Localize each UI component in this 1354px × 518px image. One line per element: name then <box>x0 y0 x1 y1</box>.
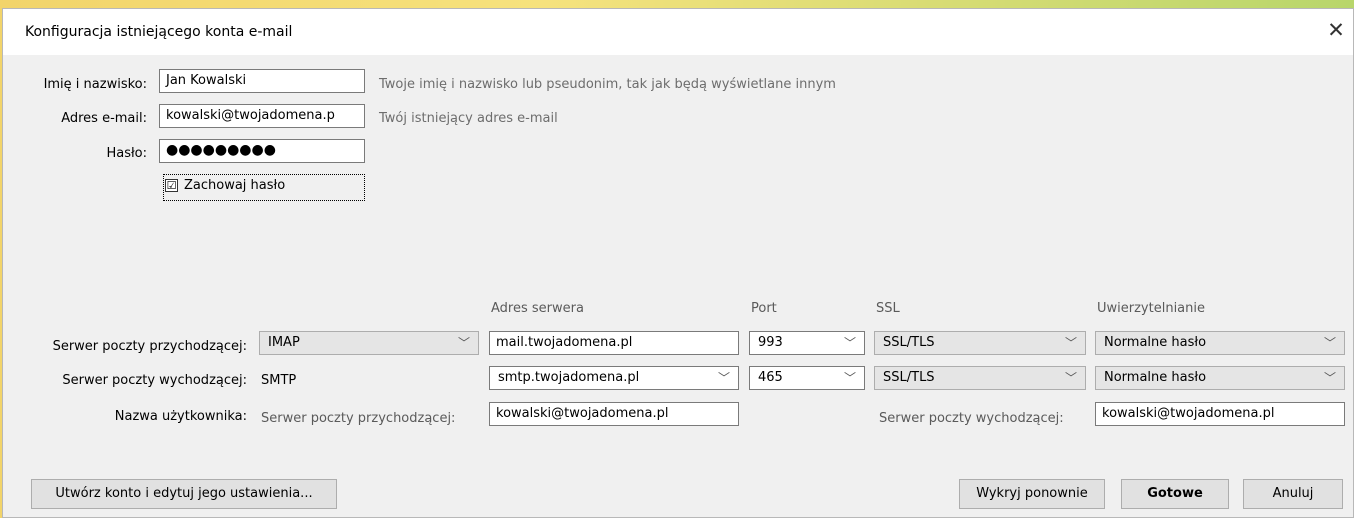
account-setup-dialog: Konfiguracja istniejącego konta e-mail ✕… <box>2 8 1354 518</box>
incoming-auth-value: Normalne hasło <box>1104 335 1207 350</box>
incoming-auth-select[interactable]: Normalne hasło ﹀ <box>1095 331 1345 355</box>
incoming-protocol-select[interactable]: IMAP ﹀ <box>259 331 479 355</box>
chevron-down-icon: ﹀ <box>457 336 470 350</box>
name-input[interactable]: Jan Kowalski <box>159 69 365 93</box>
chevron-down-icon: ﹀ <box>1323 336 1336 350</box>
outgoing-ssl-select[interactable]: SSL/TLS ﹀ <box>874 366 1086 390</box>
outgoing-auth-select[interactable]: Normalne hasło ﹀ <box>1095 366 1345 390</box>
done-button[interactable]: Gotowe <box>1121 479 1229 509</box>
username-incoming-label: Serwer poczty przychodzącej: <box>261 411 456 426</box>
outgoing-server-label: Serwer poczty wychodzącej: <box>62 373 247 388</box>
password-input[interactable]: ●●●●●●●●● <box>159 139 365 163</box>
password-label: Hasło: <box>106 146 147 161</box>
chevron-down-icon: ﹀ <box>843 371 856 385</box>
chevron-down-icon: ﹀ <box>1323 371 1336 385</box>
outgoing-server-select[interactable]: smtp.twojadomena.pl ﹀ <box>489 366 739 390</box>
remember-password-label[interactable]: Zachowaj hasło <box>184 178 285 193</box>
outgoing-ssl-value: SSL/TLS <box>883 370 935 385</box>
outgoing-port-value: 465 <box>758 370 783 385</box>
cancel-button[interactable]: Anuluj <box>1243 479 1343 509</box>
create-and-edit-button[interactable]: Utwórz konto i edytuj jego ustawienia... <box>31 479 337 509</box>
name-hint: Twoje imię i nazwisko lub pseudonim, tak… <box>379 77 836 92</box>
column-port: Port <box>751 301 777 316</box>
chevron-down-icon: ﹀ <box>1064 371 1077 385</box>
retest-button[interactable]: Wykryj ponownie <box>959 479 1105 509</box>
incoming-ssl-select[interactable]: SSL/TLS ﹀ <box>874 331 1086 355</box>
close-icon[interactable]: ✕ <box>1325 19 1347 41</box>
username-outgoing-label: Serwer poczty wychodzącej: <box>879 411 1064 426</box>
incoming-protocol-value: IMAP <box>268 335 300 350</box>
column-auth: Uwierzytelnianie <box>1097 301 1205 316</box>
column-ssl: SSL <box>876 301 900 316</box>
incoming-server-label: Serwer poczty przychodzącej: <box>52 339 247 354</box>
remember-password-checkbox[interactable]: ☑ <box>165 179 178 192</box>
email-label: Adres e-mail: <box>61 111 147 126</box>
name-label: Imię i nazwisko: <box>43 77 147 92</box>
incoming-port-value: 993 <box>758 335 783 350</box>
title-bar: Konfiguracja istniejącego konta e-mail ✕ <box>3 9 1353 55</box>
outgoing-auth-value: Normalne hasło <box>1104 370 1207 385</box>
column-server-address: Adres serwera <box>491 301 584 316</box>
chevron-down-icon: ﹀ <box>1064 336 1077 350</box>
username-incoming-input[interactable]: kowalski@twojadomena.pl <box>489 402 739 426</box>
username-label: Nazwa użytkownika: <box>114 409 247 424</box>
incoming-ssl-value: SSL/TLS <box>883 335 935 350</box>
dialog-title: Konfiguracja istniejącego konta e-mail <box>25 24 293 40</box>
incoming-server-input[interactable]: mail.twojadomena.pl <box>489 331 739 355</box>
email-input[interactable]: kowalski@twojadomena.p <box>159 104 365 128</box>
email-hint: Twój istniejący adres e-mail <box>379 111 558 126</box>
chevron-down-icon: ﹀ <box>717 371 730 385</box>
username-outgoing-input[interactable]: kowalski@twojadomena.pl <box>1095 402 1345 426</box>
incoming-port-select[interactable]: 993 ﹀ <box>749 331 865 355</box>
outgoing-server-value: smtp.twojadomena.pl <box>498 370 640 385</box>
chevron-down-icon: ﹀ <box>843 336 856 350</box>
outgoing-protocol: SMTP <box>261 373 297 388</box>
outgoing-port-select[interactable]: 465 ﹀ <box>749 366 865 390</box>
